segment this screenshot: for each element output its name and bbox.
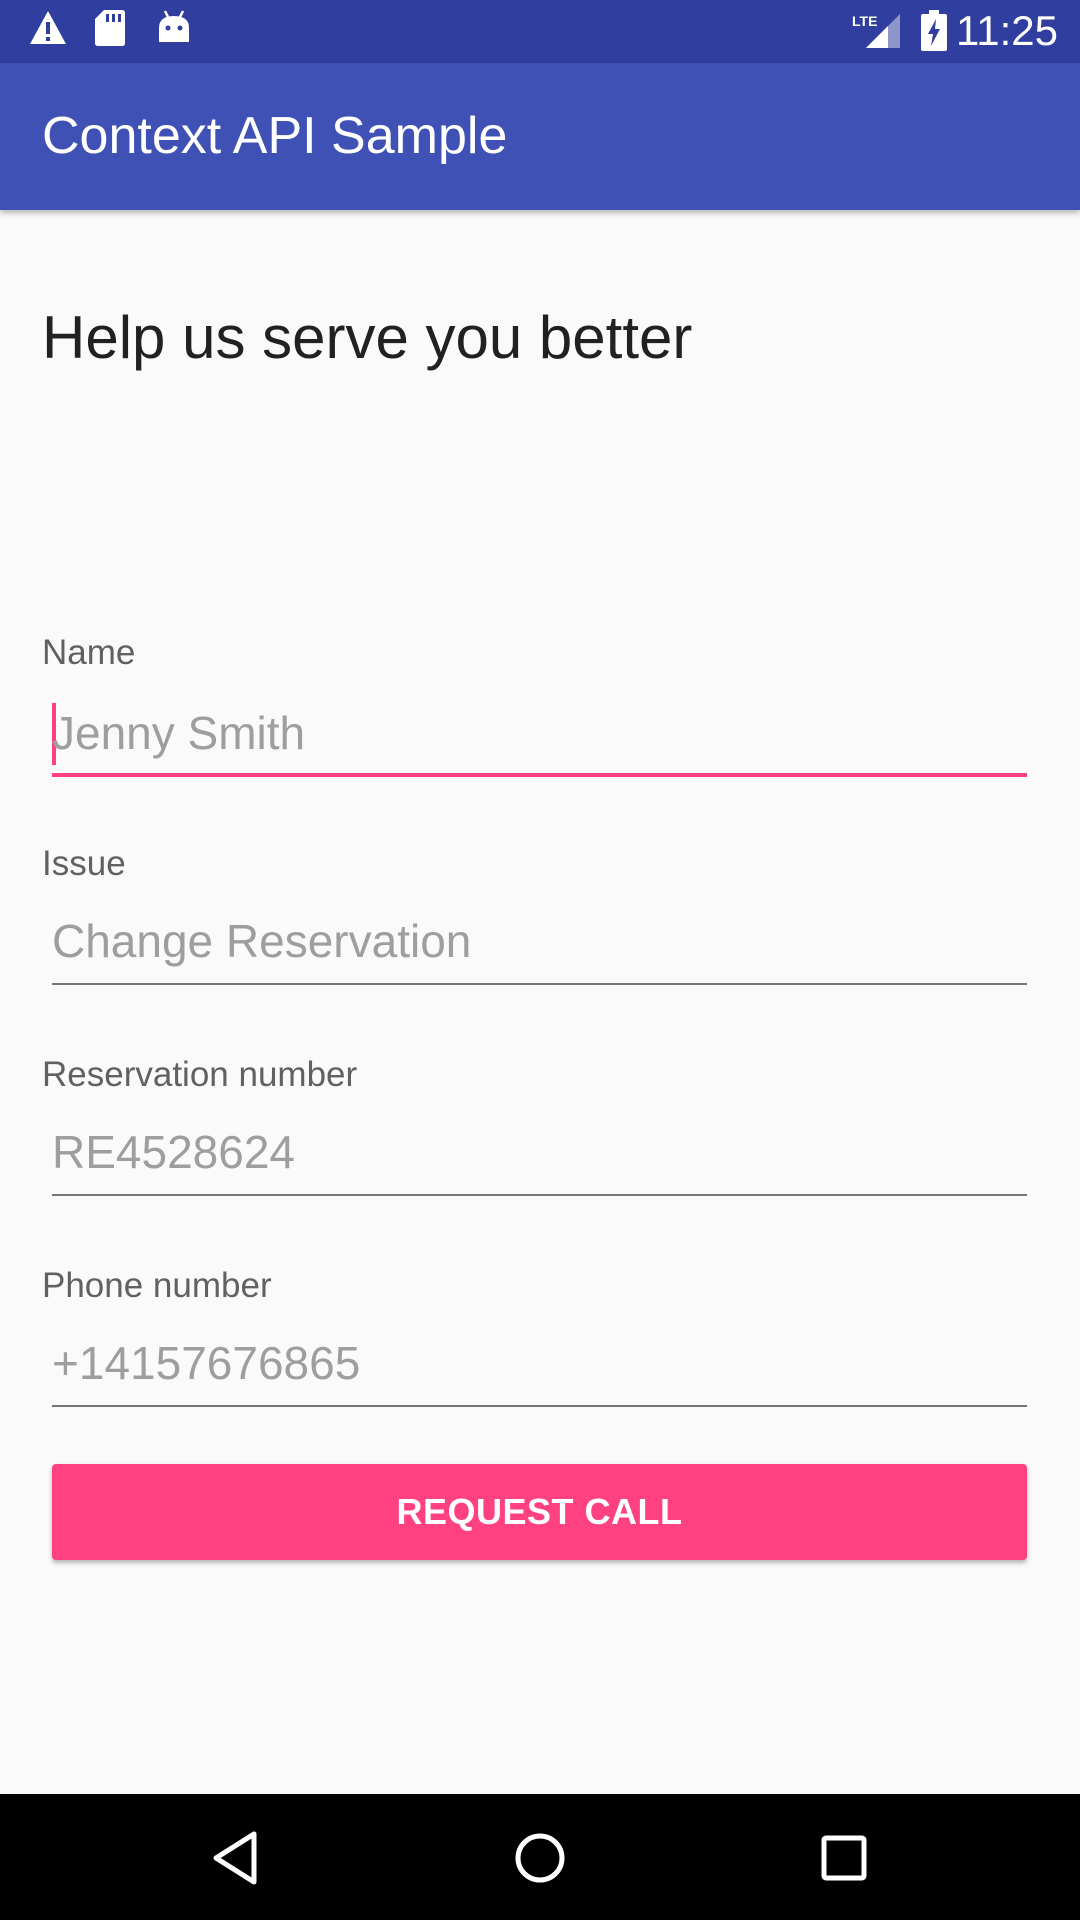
screen: LTE 11:25 Context API Sample Help us ser…	[0, 0, 1080, 1920]
android-icon	[156, 8, 192, 53]
page-heading: Help us serve you better	[42, 304, 693, 371]
home-icon[interactable]	[508, 1826, 572, 1890]
phone-number-value: +14157676865	[52, 1337, 361, 1389]
app-bar: Context API Sample	[0, 63, 1080, 210]
status-bar: LTE 11:25	[0, 0, 1080, 63]
reservation-number-field[interactable]: RE4528624	[52, 1116, 1027, 1196]
name-label: Name	[42, 633, 136, 672]
request-call-button[interactable]: REQUEST CALL	[52, 1464, 1027, 1560]
name-value: Jenny Smith	[52, 707, 306, 759]
battery-charging-icon	[920, 10, 948, 57]
signal-icon: LTE	[850, 10, 902, 55]
name-field[interactable]: Jenny Smith	[52, 697, 1027, 777]
reservation-number-label: Reservation number	[42, 1055, 358, 1094]
recents-icon[interactable]	[812, 1826, 876, 1890]
phone-number-label: Phone number	[42, 1266, 272, 1305]
navigation-bar	[0, 1794, 1080, 1920]
warning-icon	[28, 8, 68, 53]
back-icon[interactable]	[204, 1826, 268, 1890]
issue-label: Issue	[42, 844, 126, 883]
sd-card-icon	[94, 8, 126, 53]
phone-number-field[interactable]: +14157676865	[52, 1327, 1027, 1407]
status-time: 11:25	[956, 7, 1058, 54]
reservation-number-value: RE4528624	[52, 1126, 295, 1178]
issue-value: Change Reservation	[52, 915, 472, 967]
issue-field[interactable]: Change Reservation	[52, 905, 1027, 985]
svg-text:LTE: LTE	[852, 13, 877, 29]
app-title: Context API Sample	[42, 107, 508, 165]
